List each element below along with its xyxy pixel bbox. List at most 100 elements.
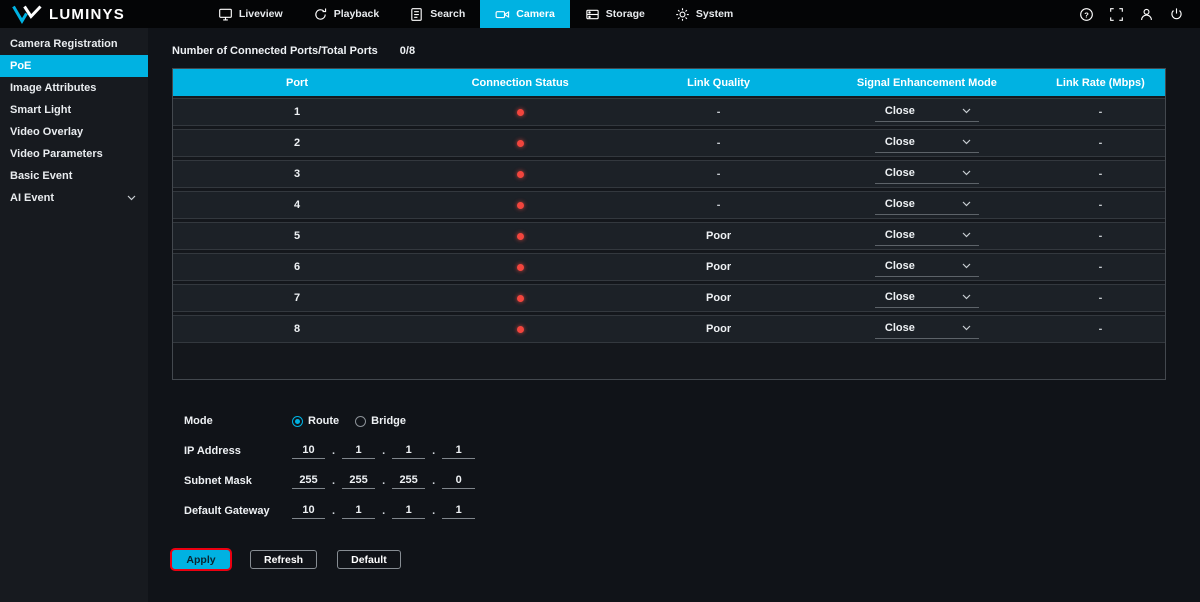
default-gateway-octet-4[interactable]: 1 <box>442 504 476 519</box>
svg-text:?: ? <box>1084 10 1089 19</box>
dot-separator: . <box>382 444 386 457</box>
connected-ports-summary: Number of Connected Ports/Total Ports 0/… <box>172 45 1166 57</box>
mode-radio-group: Route Bridge <box>292 415 406 427</box>
signal-enhancement-select[interactable]: Close <box>874 133 979 153</box>
ip-address-row: IP Address 10. 1. 1. 1 <box>172 436 1166 466</box>
signal-mode-cell: Close <box>818 226 1036 246</box>
nav-item-storage[interactable]: Storage <box>570 0 660 28</box>
sidebar-item-label: PoE <box>10 60 32 72</box>
connected-ports-label: Number of Connected Ports/Total Ports <box>172 45 378 57</box>
nav-label: Camera <box>516 8 555 20</box>
connection-status-cell <box>421 232 619 240</box>
subnet-mask-octet-4[interactable]: 0 <box>442 474 476 489</box>
default-button[interactable]: Default <box>337 550 401 569</box>
chevron-down-icon <box>962 232 971 238</box>
signal-mode-cell: Close <box>818 319 1036 339</box>
default-gateway-octet-2[interactable]: 1 <box>342 504 376 519</box>
sidebar-item-ai-event[interactable]: AI Event <box>0 187 148 209</box>
nav-label: Storage <box>605 8 645 20</box>
connection-status-dot <box>516 263 524 271</box>
select-value: Close <box>884 167 915 179</box>
default-gateway-inputs: 10. 1. 1. 1 <box>292 504 476 519</box>
signal-mode-cell: Close <box>818 195 1036 215</box>
chevron-down-icon <box>962 170 971 176</box>
default-gateway-octet-1[interactable]: 10 <box>292 504 325 519</box>
nav-label: Search <box>430 8 466 20</box>
nav-item-search[interactable]: Search <box>394 0 480 28</box>
power-icon[interactable] <box>1169 7 1184 22</box>
gear-icon <box>676 7 689 21</box>
signal-enhancement-select[interactable]: Close <box>874 164 979 184</box>
ip-address-octet-2[interactable]: 1 <box>342 444 376 459</box>
default-gateway-label: Default Gateway <box>184 505 270 517</box>
port-number: 3 <box>293 168 301 180</box>
signal-enhancement-select[interactable]: Close <box>874 102 979 122</box>
dot-separator: . <box>332 474 336 487</box>
radio-label: Bridge <box>371 415 407 427</box>
subnet-mask-octet-1[interactable]: 255 <box>292 474 325 489</box>
screen-capture-icon[interactable] <box>1109 7 1124 22</box>
help-icon[interactable]: ? <box>1079 7 1094 22</box>
port-row: 5 Poor Close - <box>173 222 1165 250</box>
sidebar-item-image-attributes[interactable]: Image Attributes <box>0 77 148 99</box>
user-icon[interactable] <box>1139 7 1154 22</box>
signal-enhancement-select[interactable]: Close <box>874 319 979 339</box>
port-row: 7 Poor Close - <box>173 284 1165 312</box>
link-rate-value: - <box>1098 168 1103 180</box>
apply-button[interactable]: Apply <box>172 550 230 569</box>
nav-item-playback[interactable]: Playback <box>298 0 395 28</box>
radio-route[interactable]: Route <box>292 415 339 427</box>
ip-address-octet-3[interactable]: 1 <box>392 444 426 459</box>
column-header-port: Port <box>286 76 308 89</box>
table-header-row: Port Connection Status Link Quality Signal … <box>173 69 1165 96</box>
port-number: 1 <box>293 106 301 118</box>
port-number: 5 <box>293 230 301 242</box>
signal-enhancement-select[interactable]: Close <box>874 226 979 246</box>
nav-item-camera[interactable]: Camera <box>480 0 570 28</box>
radio-bridge[interactable]: Bridge <box>355 415 406 427</box>
dot-separator: . <box>382 474 386 487</box>
chevron-down-icon <box>962 263 971 269</box>
chevron-down-icon <box>962 108 971 114</box>
sidebar-item-poe[interactable]: PoE <box>0 55 148 77</box>
port-row: 2 - Close - <box>173 129 1165 157</box>
nav-item-system[interactable]: System <box>660 0 748 28</box>
ip-address-octet-4[interactable]: 1 <box>442 444 476 459</box>
select-value: Close <box>884 229 915 241</box>
top-navigation-bar: LUMINYS Liveview Playback Search Camera <box>0 0 1200 28</box>
sidebar-item-basic-event[interactable]: Basic Event <box>0 165 148 187</box>
sidebar-item-smart-light[interactable]: Smart Light <box>0 99 148 121</box>
subnet-mask-octet-2[interactable]: 255 <box>342 474 376 489</box>
link-quality-value: Poor <box>706 323 732 335</box>
monitor-icon <box>219 8 232 20</box>
table-body: 1 - Close - 2 - Close - 3 - Close - 4 - Close - 5 Poor Clo… <box>173 96 1165 343</box>
ip-address-octet-1[interactable]: 10 <box>292 444 325 459</box>
subnet-mask-row: Subnet Mask 255. 255. 255. 0 <box>172 466 1166 496</box>
select-value: Close <box>884 105 915 117</box>
signal-mode-cell: Close <box>818 257 1036 277</box>
default-gateway-octet-3[interactable]: 1 <box>392 504 426 519</box>
connection-status-dot <box>516 232 524 240</box>
select-value: Close <box>884 198 915 210</box>
signal-enhancement-select[interactable]: Close <box>874 288 979 308</box>
port-row: 6 Poor Close - <box>173 253 1165 281</box>
sidebar-item-label: Camera Registration <box>10 38 118 50</box>
mode-label: Mode <box>184 415 213 427</box>
connection-status-cell <box>421 201 619 209</box>
select-value: Close <box>884 136 915 148</box>
sidebar-item-camera-registration[interactable]: Camera Registration <box>0 33 148 55</box>
port-row: 1 - Close - <box>173 98 1165 126</box>
connection-status-cell <box>421 294 619 302</box>
dot-separator: . <box>432 504 436 517</box>
refresh-button[interactable]: Refresh <box>250 550 318 569</box>
signal-enhancement-select[interactable]: Close <box>874 257 979 277</box>
connection-status-cell <box>421 325 619 333</box>
action-buttons: Apply Refresh Default <box>172 550 1166 569</box>
sidebar-item-video-overlay[interactable]: Video Overlay <box>0 121 148 143</box>
subnet-mask-inputs: 255. 255. 255. 0 <box>292 474 476 489</box>
signal-enhancement-select[interactable]: Close <box>874 195 979 215</box>
nav-item-liveview[interactable]: Liveview <box>203 0 298 28</box>
subnet-mask-octet-3[interactable]: 255 <box>392 474 426 489</box>
sidebar-item-label: Video Parameters <box>10 148 103 160</box>
sidebar-item-video-parameters[interactable]: Video Parameters <box>0 143 148 165</box>
